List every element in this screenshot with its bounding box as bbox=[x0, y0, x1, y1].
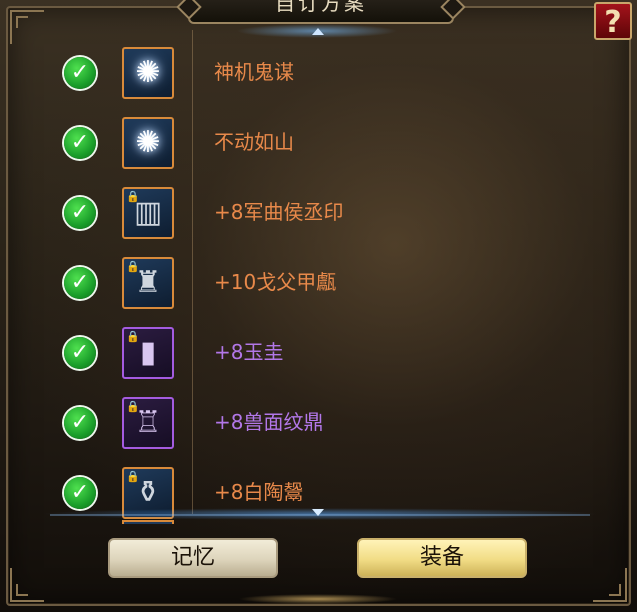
list-item[interactable]: ✓ ✺ 神机鬼谋 bbox=[0, 15, 637, 99]
item-name: +10戈父甲甗 bbox=[214, 270, 337, 294]
item-name: +8玉圭 bbox=[214, 340, 284, 364]
corner-ornament bbox=[593, 568, 627, 602]
scroll-down-arrow-icon[interactable] bbox=[312, 509, 324, 516]
item-name: 不动如山 bbox=[214, 130, 294, 154]
lock-icon: 🔒 bbox=[126, 470, 140, 483]
list-item[interactable]: ✓ ♖ 🔒 +8兽面纹鼎 bbox=[0, 365, 637, 449]
item-name: 神机鬼谋 bbox=[214, 60, 294, 84]
list-item[interactable]: ✓ ♜ 🔒 +10戈父甲甗 bbox=[0, 225, 637, 309]
equip-button[interactable]: 装备 bbox=[357, 538, 527, 578]
item-name: +8白陶鬶 bbox=[214, 480, 304, 504]
list-item[interactable]: ✓ ▥ 🔒 +8军曲侯丞印 bbox=[0, 155, 637, 239]
lock-icon: 🔒 bbox=[126, 260, 140, 273]
scheme-panel: 自订方案 ? ✓ ✺ 神机鬼谋 ✓ ✺ 不动如山 ✓ ▥ 🔒 +8军曲侯丞印 ✓ ♜ 🔒 +10戈父甲甗 ✓… bbox=[0, 0, 637, 612]
partial-item-icon bbox=[122, 520, 174, 524]
lock-icon: 🔒 bbox=[126, 400, 140, 413]
item-name: +8兽面纹鼎 bbox=[214, 410, 324, 434]
checkmark-icon[interactable]: ✓ bbox=[64, 477, 96, 509]
list-item[interactable]: ✓ ✺ 不动如山 bbox=[0, 85, 637, 169]
bottom-ornament bbox=[238, 594, 398, 604]
list-item[interactable]: ✓ ▮ 🔒 +8玉圭 bbox=[0, 295, 637, 379]
corner-ornament bbox=[10, 568, 44, 602]
item-name: +8军曲侯丞印 bbox=[214, 200, 344, 224]
lock-icon: 🔒 bbox=[126, 190, 140, 203]
memory-button[interactable]: 记忆 bbox=[108, 538, 278, 578]
panel-title: 自订方案 bbox=[275, 0, 367, 15]
lock-icon: 🔒 bbox=[126, 330, 140, 343]
list-item[interactable]: ✓ ⚱ 🔒 +8白陶鬶 bbox=[0, 435, 637, 519]
